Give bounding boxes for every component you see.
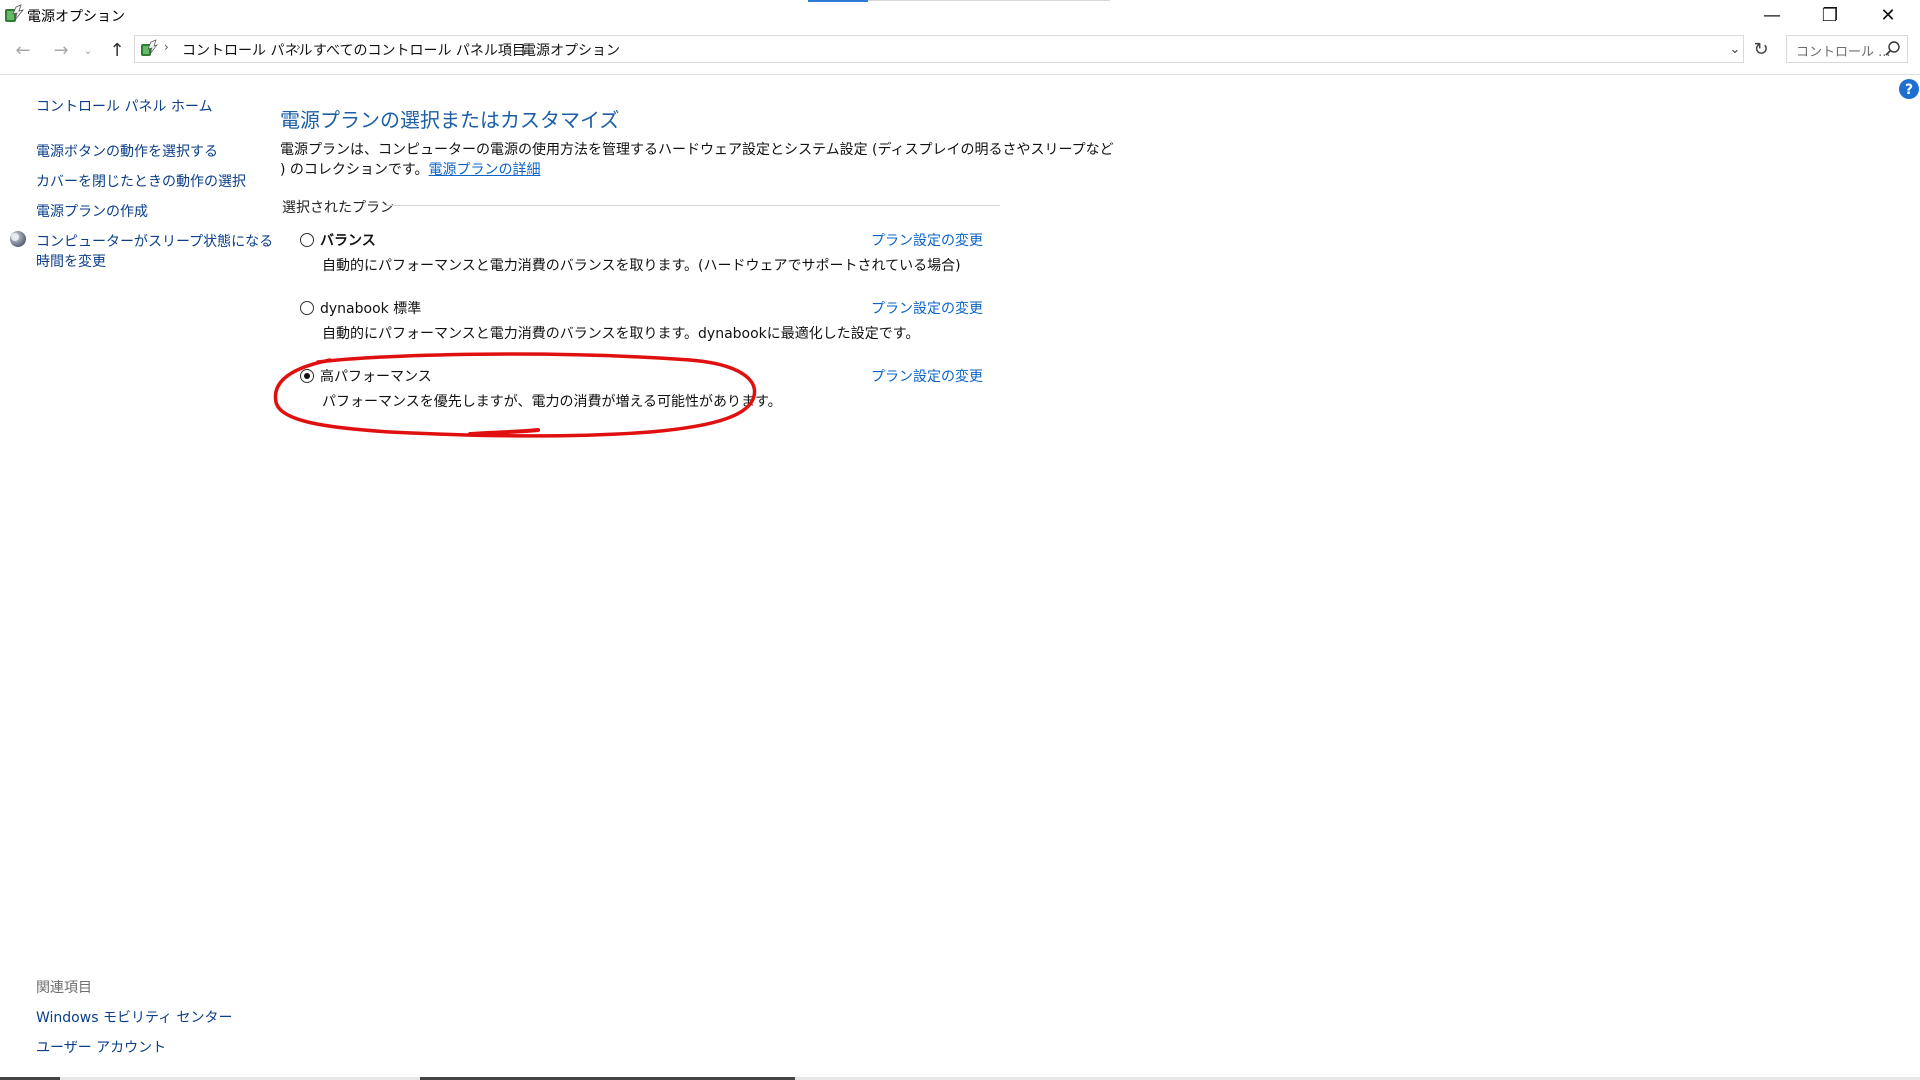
search-placeholder: コントロール ... [1796,45,1891,60]
help-icon[interactable]: ? [1898,78,1920,100]
description-line-1: 電源プランは、コンピューターの電源の使用方法を管理するハードウェア設定とシステム… [280,142,1114,158]
breadcrumb-all-items[interactable]: すべてのコントロール パネル項目 [313,40,526,60]
plan-balanced-radio[interactable] [300,233,314,247]
create-power-plan-link[interactable]: 電源プランの作成 [36,201,148,221]
control-panel-home-link[interactable]: コントロール パネル ホーム [36,96,212,116]
plan-balanced-name[interactable]: バランス [320,230,376,250]
related-items-label: 関連項目 [36,980,92,996]
change-sleep-time-link-line2[interactable]: 時間を変更 [36,251,106,271]
breadcrumb-control-panel[interactable]: コントロール パネル [182,40,312,60]
page-title: 電源プランの選択またはカスタマイズ [280,108,620,132]
description-line-2: ) のコレクションです。電源プランの詳細 [280,159,541,179]
toolbar-divider [0,74,1920,75]
plan-dynabook-description: 自動的にパフォーマンスと電力消費のバランスを取ります。dynabookに最適化し… [322,326,920,342]
maximize-button[interactable]: ❐ [1802,0,1858,30]
description-text: ) のコレクションです。 [280,162,429,178]
title-accent [808,0,868,2]
help-glyph: ? [1905,82,1913,98]
forward-button[interactable]: → [46,36,76,64]
address-dropdown-button[interactable]: ⌄ [1726,36,1744,62]
breadcrumb-separator: › [296,40,301,54]
back-button[interactable]: ← [8,36,38,64]
sleep-moon-icon [10,231,26,247]
recent-locations-button[interactable]: ⌄ [78,36,98,64]
change-sleep-time-link[interactable]: コンピューターがスリープ状態になる [36,231,273,251]
control-panel-icon [141,39,158,56]
up-button[interactable]: ↑ [102,36,132,64]
annotation-stroke [273,352,757,438]
refresh-button[interactable]: ↻ [1748,35,1774,63]
red-circle-annotation [273,352,757,438]
minimize-button[interactable]: — [1744,0,1800,30]
plan-balanced-settings-link[interactable]: プラン設定の変更 [871,230,983,250]
plan-dynabook-settings-link[interactable]: プラン設定の変更 [871,298,983,318]
section-divider [386,205,1000,206]
power-options-icon [5,4,24,22]
user-accounts-link[interactable]: ユーザー アカウント [36,1037,166,1057]
title-divider [868,0,1110,1]
breadcrumb-separator: › [506,40,511,54]
power-plan-details-link[interactable]: 電源プランの詳細 [429,162,541,178]
window-title: 電源オプション [27,9,125,25]
plan-dynabook-radio[interactable] [300,301,314,315]
choose-power-button-link[interactable]: 電源ボタンの動作を選択する [36,141,218,161]
close-button[interactable]: ✕ [1860,0,1916,30]
breadcrumb-power-options[interactable]: 電源オプション [522,40,620,60]
breadcrumb-separator: › [164,40,169,54]
plan-dynabook-name[interactable]: dynabook 標準 [320,298,421,318]
annotation-stroke-tail [468,428,540,436]
windows-mobility-center-link[interactable]: Windows モビリティ センター [36,1007,233,1027]
title-bar [0,0,1920,30]
plan-high-performance-settings-link[interactable]: プラン設定の変更 [871,366,983,386]
selected-plan-label: 選択されたプラン [282,200,394,216]
choose-lid-action-link[interactable]: カバーを閉じたときの動作の選択 [36,171,246,191]
plan-balanced-description: 自動的にパフォーマンスと電力消費のバランスを取ります。(ハードウェアでサポートさ… [322,258,961,274]
search-icon[interactable] [1884,40,1902,58]
